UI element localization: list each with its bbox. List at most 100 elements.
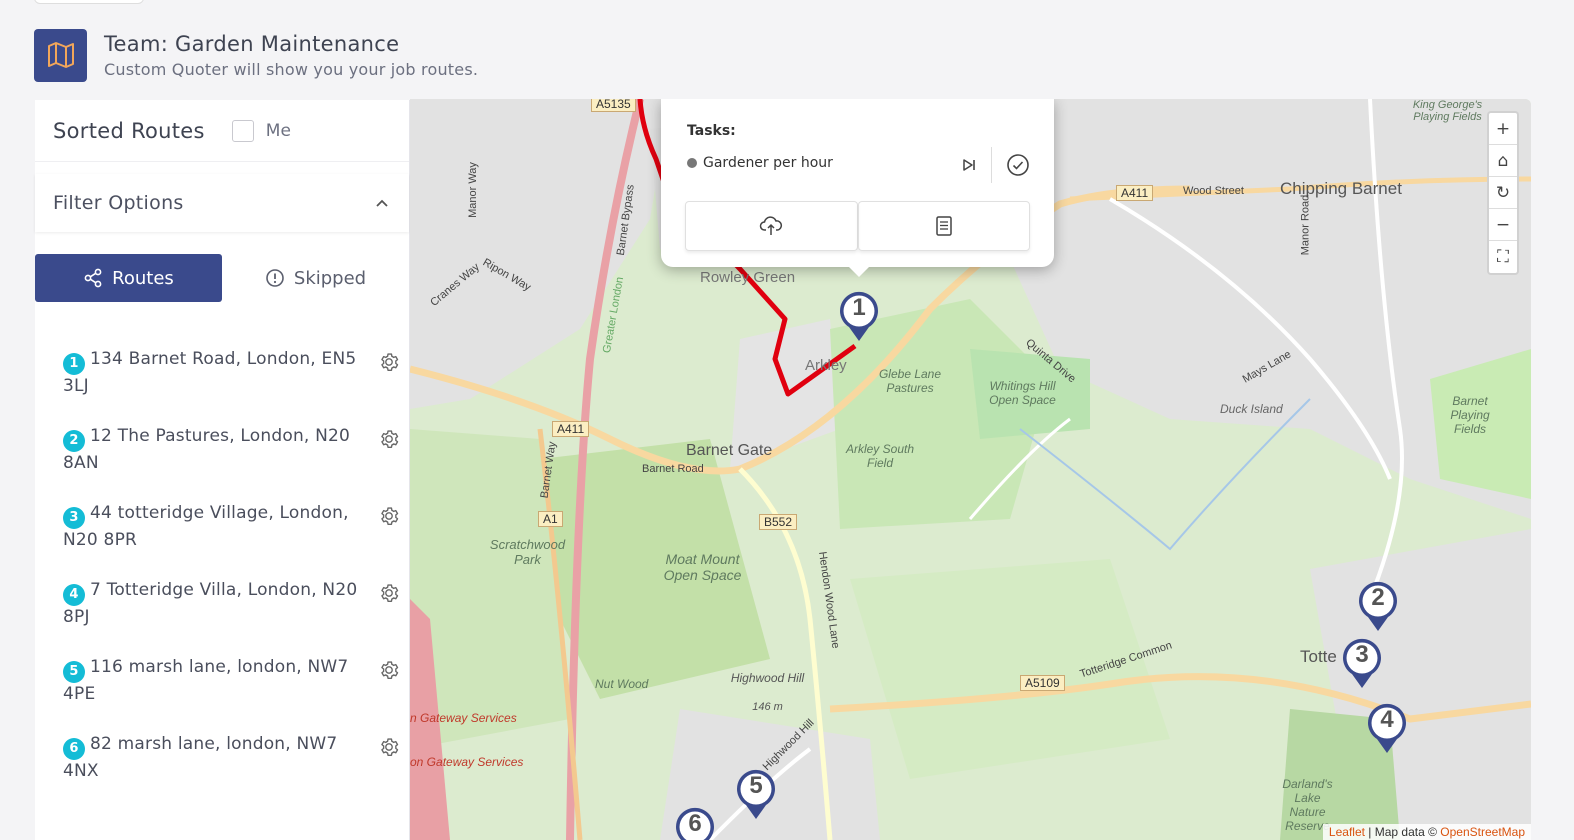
- home-button[interactable]: ⌂: [1489, 145, 1517, 177]
- map-label: Moat Mount Open Space: [663, 551, 742, 583]
- tab-routes[interactable]: Routes: [35, 254, 222, 302]
- check-circle-icon[interactable]: [1006, 153, 1030, 177]
- marker-number: 1: [852, 294, 866, 321]
- route-number-badge: 5: [63, 660, 85, 683]
- me-label: Me: [265, 120, 291, 141]
- map-label: Arkley: [805, 357, 847, 374]
- map-label: Manor Way: [466, 162, 479, 218]
- route-list: 1 134 Barnet Road, London, EN5 3LJ 2 12 Th…: [35, 348, 410, 810]
- route-address: 82 marsh lane, london, NW7 4NX: [63, 734, 338, 781]
- route-number-badge: 4: [63, 583, 85, 606]
- task-name: Gardener per hour: [703, 155, 833, 171]
- route-tabs: Routes Skipped: [35, 254, 410, 302]
- osm-link[interactable]: OpenStreetMap: [1440, 825, 1525, 839]
- list-item[interactable]: 2 12 The Pastures, London, N20 8AN: [35, 425, 410, 502]
- route-map[interactable]: Chipping Barnet Barnet Gate Rowley Green…: [410, 99, 1531, 840]
- skip-next-icon[interactable]: [961, 157, 977, 173]
- marker-number: 2: [1371, 584, 1385, 611]
- map-marker[interactable]: 1: [837, 289, 881, 343]
- map-label: Duck Island: [1220, 402, 1283, 416]
- map-label: Barnet Gate: [686, 442, 773, 459]
- me-checkbox[interactable]: [231, 119, 254, 142]
- road-shield: A411: [1116, 185, 1154, 201]
- list-item[interactable]: 1 134 Barnet Road, London, EN5 3LJ: [35, 348, 410, 425]
- map-label: on Gateway Services: [410, 755, 524, 769]
- map-label: Glebe Lane Pastures: [878, 367, 942, 395]
- map-label: Manor Road: [1299, 194, 1312, 256]
- tab-skipped-label: Skipped: [293, 267, 367, 289]
- chevron-up-icon: [376, 199, 388, 207]
- route-number-badge: 6: [63, 737, 85, 760]
- map-label: Highwood Hill: [730, 671, 805, 685]
- map-icon: [34, 28, 87, 82]
- map-marker[interactable]: 2: [1356, 579, 1400, 633]
- zoom-in-button[interactable]: +: [1489, 113, 1517, 145]
- marker-number: 6: [688, 810, 702, 837]
- road-shield: A5135: [591, 99, 636, 112]
- share-icon: [84, 268, 102, 288]
- map-attribution: Leaflet | Map data © OpenStreetMap: [1322, 824, 1531, 840]
- road-shield: B552: [759, 514, 798, 530]
- map-marker[interactable]: 5: [734, 767, 778, 821]
- list-item[interactable]: 3 44 totteridge Village, London, N20 8PR: [35, 502, 410, 579]
- road-shield: A411: [552, 421, 590, 437]
- gear-icon[interactable]: [378, 428, 400, 450]
- marker-number: 4: [1380, 706, 1394, 733]
- gear-icon[interactable]: [378, 659, 400, 681]
- map-label: Wood Street: [1183, 185, 1244, 197]
- map-label: Arkley South Field: [845, 442, 915, 470]
- gear-icon[interactable]: [378, 351, 400, 373]
- notes-button[interactable]: [857, 201, 1030, 251]
- map-label: King George's Playing Fields: [1412, 99, 1483, 123]
- zoom-out-button[interactable]: −: [1489, 209, 1517, 241]
- map-label: Totte: [1300, 647, 1337, 666]
- panel-header: Sorted Routes Me: [35, 100, 409, 162]
- map-label: Scratchwood Park: [489, 537, 566, 567]
- map-label: 146 m: [752, 701, 783, 713]
- page-header: Team: Garden Maintenance Custom Quoter w…: [34, 28, 478, 82]
- filter-options-label: Filter Options: [53, 192, 184, 214]
- list-item[interactable]: 47 Totteridge Villa, London, N20 8PJ: [35, 579, 410, 656]
- route-number-badge: 3: [63, 506, 85, 529]
- route-address: 44 totteridge Village, London, N20 8PR: [63, 503, 349, 550]
- popup-tasks-label: Tasks:: [687, 123, 736, 139]
- upload-button[interactable]: [685, 201, 858, 251]
- marker-number: 3: [1355, 641, 1369, 668]
- map-label: Nut Wood: [595, 677, 649, 691]
- route-address: 7 Totteridge Villa, London, N20 8PJ: [63, 580, 358, 627]
- map-marker[interactable]: 3: [1340, 636, 1384, 690]
- map-controls: + ⌂ ↻ − ⛶: [1487, 111, 1519, 275]
- popup-task-item: Gardener per hour: [687, 155, 833, 171]
- routes-panel: Sorted Routes Me Filter Options Routes S…: [35, 100, 410, 840]
- marker-popup: Tasks: Gardener per hour: [661, 99, 1054, 277]
- filter-options-toggle[interactable]: Filter Options: [35, 174, 409, 232]
- gear-icon[interactable]: [378, 505, 400, 527]
- map-marker[interactable]: 4: [1365, 701, 1409, 755]
- tab-skipped[interactable]: Skipped: [222, 254, 409, 302]
- fullscreen-button[interactable]: ⛶: [1489, 241, 1517, 273]
- reset-button[interactable]: ↻: [1489, 177, 1517, 209]
- cloud-upload-icon: [760, 216, 783, 235]
- panel-title: Sorted Routes: [53, 118, 205, 143]
- gear-icon[interactable]: [378, 736, 400, 758]
- road-shield: A5109: [1020, 675, 1065, 691]
- tab-routes-label: Routes: [112, 267, 174, 289]
- list-item[interactable]: 5 116 marsh lane, london, NW7 4PE: [35, 656, 410, 733]
- divider: [991, 147, 992, 183]
- list-item[interactable]: 6 82 marsh lane, london, NW7 4NX: [35, 733, 410, 810]
- top-tab[interactable]: [34, 0, 144, 4]
- alert-circle-icon: [266, 269, 284, 287]
- leaflet-link[interactable]: Leaflet: [1329, 825, 1365, 839]
- attribution-text: | Map data ©: [1364, 825, 1441, 839]
- map-label: Barnet Playing Fields: [1450, 394, 1490, 436]
- marker-number: 5: [749, 772, 763, 799]
- route-address: 134 Barnet Road, London, EN5 3LJ: [63, 349, 357, 396]
- map-marker[interactable]: 6: [673, 805, 717, 840]
- me-filter[interactable]: Me: [231, 119, 291, 142]
- map-label: Barnet Road: [642, 463, 704, 475]
- map-label: Rowley Green: [700, 269, 796, 286]
- route-number-badge: 2: [63, 429, 85, 452]
- map-label: Whitings Hill Open Space: [989, 379, 1056, 407]
- gear-icon[interactable]: [378, 582, 400, 604]
- page-title: Team: Garden Maintenance: [104, 31, 400, 56]
